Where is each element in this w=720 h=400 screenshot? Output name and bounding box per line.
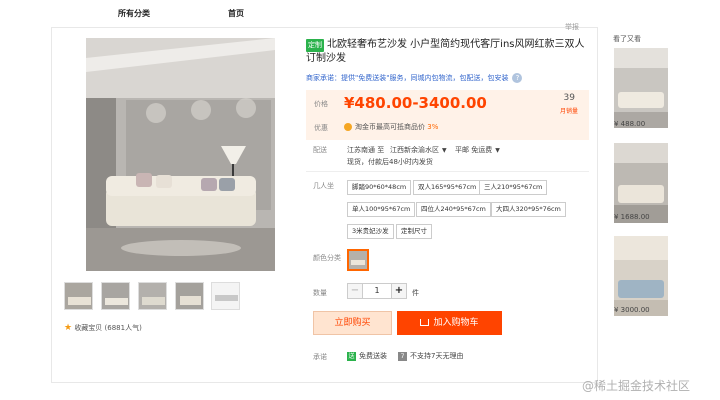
spec-option[interactable]: 3米贵妃沙发 bbox=[347, 224, 394, 239]
sidebar-price: ¥ 1688.00 bbox=[614, 213, 650, 221]
spec-option[interactable]: 四位人240*95*67cm bbox=[416, 202, 491, 217]
commit-no-return: 7 不支持7天无理由 bbox=[398, 351, 463, 361]
discount-info: 淘金币最高可抵商品价 3% bbox=[344, 122, 438, 132]
price-box: 价格 ¥480.00-3400.00 39 月销量 优惠 淘金币最高可抵商品价 … bbox=[306, 90, 589, 140]
commit-label: 承诺 bbox=[313, 353, 327, 361]
nav-all-categories[interactable]: 所有分类 bbox=[118, 8, 150, 19]
quantity-label: 数量 bbox=[313, 289, 327, 297]
decrease-button[interactable]: − bbox=[348, 284, 363, 298]
product-title: 定制 北欧轻奢布艺沙发 小户型简约现代客厅ins风网红款三双人订制沙发 bbox=[306, 38, 588, 65]
sidebar-item[interactable] bbox=[614, 143, 668, 223]
commit-free: 送免费送装 bbox=[347, 351, 387, 361]
price-label: 价格 bbox=[314, 100, 328, 108]
truck-icon: 送 bbox=[347, 351, 356, 361]
quantity-stepper: − 1 + bbox=[347, 283, 407, 299]
increase-button[interactable]: + bbox=[391, 284, 406, 298]
sidebar-price: ¥ 3000.00 bbox=[614, 306, 650, 314]
product-title-text: 北欧轻奢布艺沙发 小户型简约现代客厅ins风网红款三双人订制沙发 bbox=[306, 39, 585, 64]
sidebar-item[interactable] bbox=[614, 48, 668, 128]
buy-now-button[interactable]: 立即购买 bbox=[313, 311, 392, 335]
custom-tag: 定制 bbox=[306, 39, 324, 52]
monthly-sales-count: 39 bbox=[563, 93, 575, 103]
seller-promise: 商家承诺：提供"免费送装"服务，同城内包物流，包配送，包安装? bbox=[306, 73, 523, 83]
help-icon[interactable]: ? bbox=[512, 73, 523, 83]
add-to-cart-label: 加入购物车 bbox=[433, 318, 479, 328]
quantity-value[interactable]: 1 bbox=[363, 284, 391, 298]
sidebar-title: 看了又看 bbox=[613, 35, 641, 43]
spec-option[interactable]: 三人210*95*67cm bbox=[479, 180, 548, 195]
thumbnail-2[interactable] bbox=[101, 282, 130, 310]
shipping-label: 配送 bbox=[313, 146, 327, 154]
chevron-down-icon: ▼ bbox=[495, 147, 500, 154]
quantity-unit: 件 bbox=[412, 289, 419, 297]
discount-text: 淘金币最高可抵商品价 bbox=[355, 123, 425, 131]
spec-label: 几人坐 bbox=[313, 182, 334, 190]
favorite-label: 收藏宝贝 (6881人气) bbox=[74, 324, 142, 332]
ship-to: 江西新余渝水区 bbox=[390, 146, 439, 154]
ship-method-select[interactable]: 平邮 免运费 ▼ bbox=[455, 145, 500, 155]
divider bbox=[306, 171, 589, 172]
discount-percent: 3% bbox=[427, 123, 439, 131]
color-label: 颜色分类 bbox=[313, 254, 341, 262]
promise-text: 商家承诺：提供"免费送装"服务，同城内包物流，包配送，包安装 bbox=[306, 74, 509, 82]
watermark: @稀土掘金技术社区 bbox=[582, 379, 691, 393]
spec-option[interactable]: 单人100*95*67cm bbox=[347, 202, 416, 217]
discount-label: 优惠 bbox=[314, 124, 328, 132]
sidebar-item[interactable] bbox=[614, 236, 668, 316]
nav-home[interactable]: 首页 bbox=[228, 8, 244, 19]
monthly-sales-label: 月销量 bbox=[559, 108, 578, 115]
favorite-link[interactable]: ★ 收藏宝贝 (6881人气) bbox=[64, 323, 142, 333]
no-return-icon: 7 bbox=[398, 351, 407, 361]
spec-option[interactable]: 脚踏90*60*48cm bbox=[347, 180, 412, 195]
spec-option[interactable]: 定制尺寸 bbox=[396, 224, 432, 239]
thumbnail-5[interactable] bbox=[211, 282, 240, 310]
commit-no-return-text: 不支持7天无理由 bbox=[410, 352, 464, 360]
commit-free-text: 免费送装 bbox=[359, 352, 387, 360]
chevron-down-icon: ▼ bbox=[442, 147, 447, 154]
product-main-image[interactable] bbox=[86, 38, 275, 271]
top-navigation: 所有分类 首页 bbox=[0, 0, 720, 22]
thumbnail-4[interactable] bbox=[175, 282, 204, 310]
report-link[interactable]: 举报 bbox=[565, 22, 579, 32]
ship-to-select[interactable]: 江西新余渝水区 ▼ bbox=[390, 145, 447, 155]
thumbnail-3[interactable] bbox=[138, 282, 167, 310]
spec-option[interactable]: 双人165*95*67cm bbox=[413, 180, 482, 195]
spec-option[interactable]: 大四人320*95*76cm bbox=[491, 202, 566, 217]
star-icon: ★ bbox=[64, 323, 73, 333]
ship-from: 江苏南通 至 bbox=[347, 146, 385, 154]
sidebar-price: ¥ 488.00 bbox=[614, 120, 646, 128]
coin-icon bbox=[344, 123, 352, 131]
thumbnail-1[interactable] bbox=[64, 282, 93, 310]
color-swatch[interactable] bbox=[347, 249, 369, 271]
ship-method: 平邮 免运费 bbox=[455, 146, 493, 154]
cart-icon bbox=[420, 319, 430, 326]
ship-note: 现货，付款后48小时内发货 bbox=[347, 158, 433, 166]
price-value: ¥480.00-3400.00 bbox=[344, 94, 487, 112]
add-to-cart-button[interactable]: 加入购物车 bbox=[397, 311, 502, 335]
